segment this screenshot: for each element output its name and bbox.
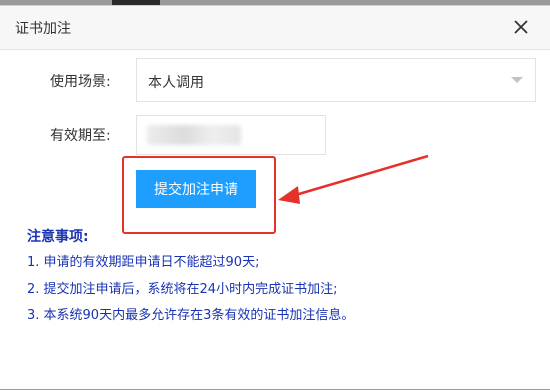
dialog-title: 证书加注 (15, 21, 71, 37)
close-button[interactable] (510, 16, 532, 38)
note-item: 1. 申请的有效期距申请日不能超过90天; (27, 255, 260, 270)
chevron-down-icon (511, 77, 523, 83)
scene-select-value: 本人调用 (148, 75, 204, 91)
scene-label: 使用场景: (50, 74, 111, 90)
certificate-annotation-dialog: 证书加注 使用场景: 本人调用 有效期至: 提交加注申请 注意事项: 1. 申请… (0, 5, 550, 389)
note-item: 3. 本系统90天内最多允许存在3条有效的证书加注信息。 (27, 308, 355, 323)
scene-select[interactable]: 本人调用 (136, 58, 536, 102)
expire-date-input[interactable] (136, 115, 326, 155)
redacted-date-value (147, 125, 241, 145)
notes-section: 注意事项: 1. 申请的有效期距申请日不能超过90天; 2. 提交加注申请后，系… (27, 226, 354, 323)
note-item: 2. 提交加注申请后，系统将在24小时内完成证书加注; (27, 282, 338, 297)
close-icon (514, 20, 528, 34)
notes-title: 注意事项: (27, 229, 89, 245)
dialog-header: 证书加注 (0, 6, 550, 50)
expire-label: 有效期至: (50, 128, 111, 144)
submit-annotation-button[interactable]: 提交加注申请 (136, 170, 256, 208)
